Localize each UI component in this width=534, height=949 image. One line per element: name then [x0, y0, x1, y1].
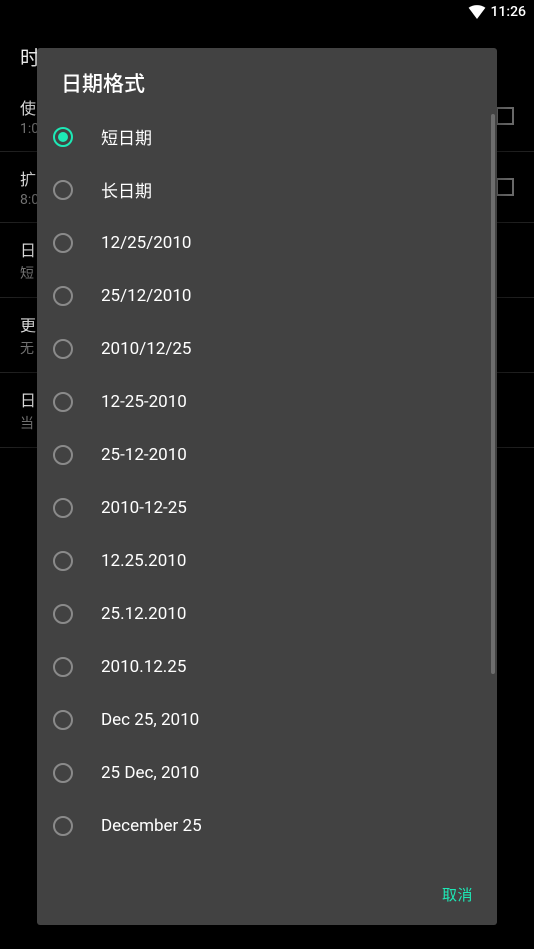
radio-label: 2010-12-25	[101, 498, 187, 518]
dialog-actions: 取消	[37, 866, 497, 925]
radio-option[interactable]: 短日期	[37, 110, 487, 163]
cancel-button[interactable]: 取消	[428, 874, 487, 915]
status-time: 11:26	[490, 4, 526, 20]
radio-option[interactable]: 12/25/2010	[37, 216, 487, 269]
radio-option[interactable]: 12-25-2010	[37, 375, 487, 428]
settings-item-subtitle: 短	[20, 263, 36, 283]
wifi-icon	[468, 5, 486, 19]
settings-item-title: 更	[20, 312, 36, 336]
radio-option[interactable]: 2010.12.25	[37, 640, 487, 693]
radio-label: 2010/12/25	[101, 339, 191, 359]
radio-icon	[53, 127, 73, 147]
radio-option[interactable]: 25.12.2010	[37, 587, 487, 640]
radio-icon	[53, 710, 73, 730]
radio-icon	[53, 445, 73, 465]
radio-label: 25.12.2010	[101, 604, 186, 624]
date-format-dialog: 日期格式 短日期长日期 12/25/2010 25/12/2010 2010/12/2…	[37, 48, 497, 925]
radio-icon	[53, 498, 73, 518]
radio-option[interactable]: 2010/12/25	[37, 322, 487, 375]
settings-item-title: 日	[20, 387, 36, 411]
radio-option[interactable]: 25 Dec, 2010	[37, 746, 487, 799]
settings-item-subtitle: 当	[20, 413, 36, 433]
radio-label: 12-25-2010	[101, 392, 187, 412]
checkbox[interactable]	[496, 178, 514, 196]
radio-option[interactable]: December 25	[37, 799, 487, 852]
radio-label: 25 Dec, 2010	[101, 763, 199, 783]
radio-icon	[53, 233, 73, 253]
radio-label: 12/25/2010	[101, 233, 191, 253]
radio-icon	[53, 604, 73, 624]
radio-option[interactable]: Dec 25, 2010	[37, 693, 487, 746]
checkbox[interactable]	[496, 107, 514, 125]
radio-icon	[53, 816, 73, 836]
dialog-option-list[interactable]: 短日期长日期 12/25/2010 25/12/2010 2010/12/25 12-2…	[37, 110, 497, 866]
radio-label: 长日期	[101, 177, 152, 202]
settings-item-subtitle: 无	[20, 338, 36, 358]
scrollbar[interactable]	[491, 114, 495, 674]
radio-option[interactable]: 25-12-2010	[37, 428, 487, 481]
radio-label: 12.25.2010	[101, 551, 186, 571]
radio-icon	[53, 763, 73, 783]
status-bar: 11:26	[0, 0, 534, 24]
radio-label: December 25	[101, 816, 202, 836]
settings-item-title: 日	[20, 237, 36, 261]
radio-label: 25/12/2010	[101, 286, 191, 306]
radio-label: 25-12-2010	[101, 445, 187, 465]
radio-icon	[53, 180, 73, 200]
radio-option[interactable]: 2010-12-25	[37, 481, 487, 534]
radio-icon	[53, 551, 73, 571]
radio-option[interactable]: 25/12/2010	[37, 269, 487, 322]
radio-option[interactable]: 长日期	[37, 163, 487, 216]
radio-icon	[53, 286, 73, 306]
radio-label: 短日期	[101, 124, 152, 149]
radio-label: Dec 25, 2010	[101, 710, 199, 730]
dialog-title: 日期格式	[37, 48, 497, 110]
radio-option[interactable]: 12.25.2010	[37, 534, 487, 587]
radio-icon	[53, 339, 73, 359]
radio-label: 2010.12.25	[101, 657, 186, 677]
radio-icon	[53, 392, 73, 412]
radio-icon	[53, 657, 73, 677]
